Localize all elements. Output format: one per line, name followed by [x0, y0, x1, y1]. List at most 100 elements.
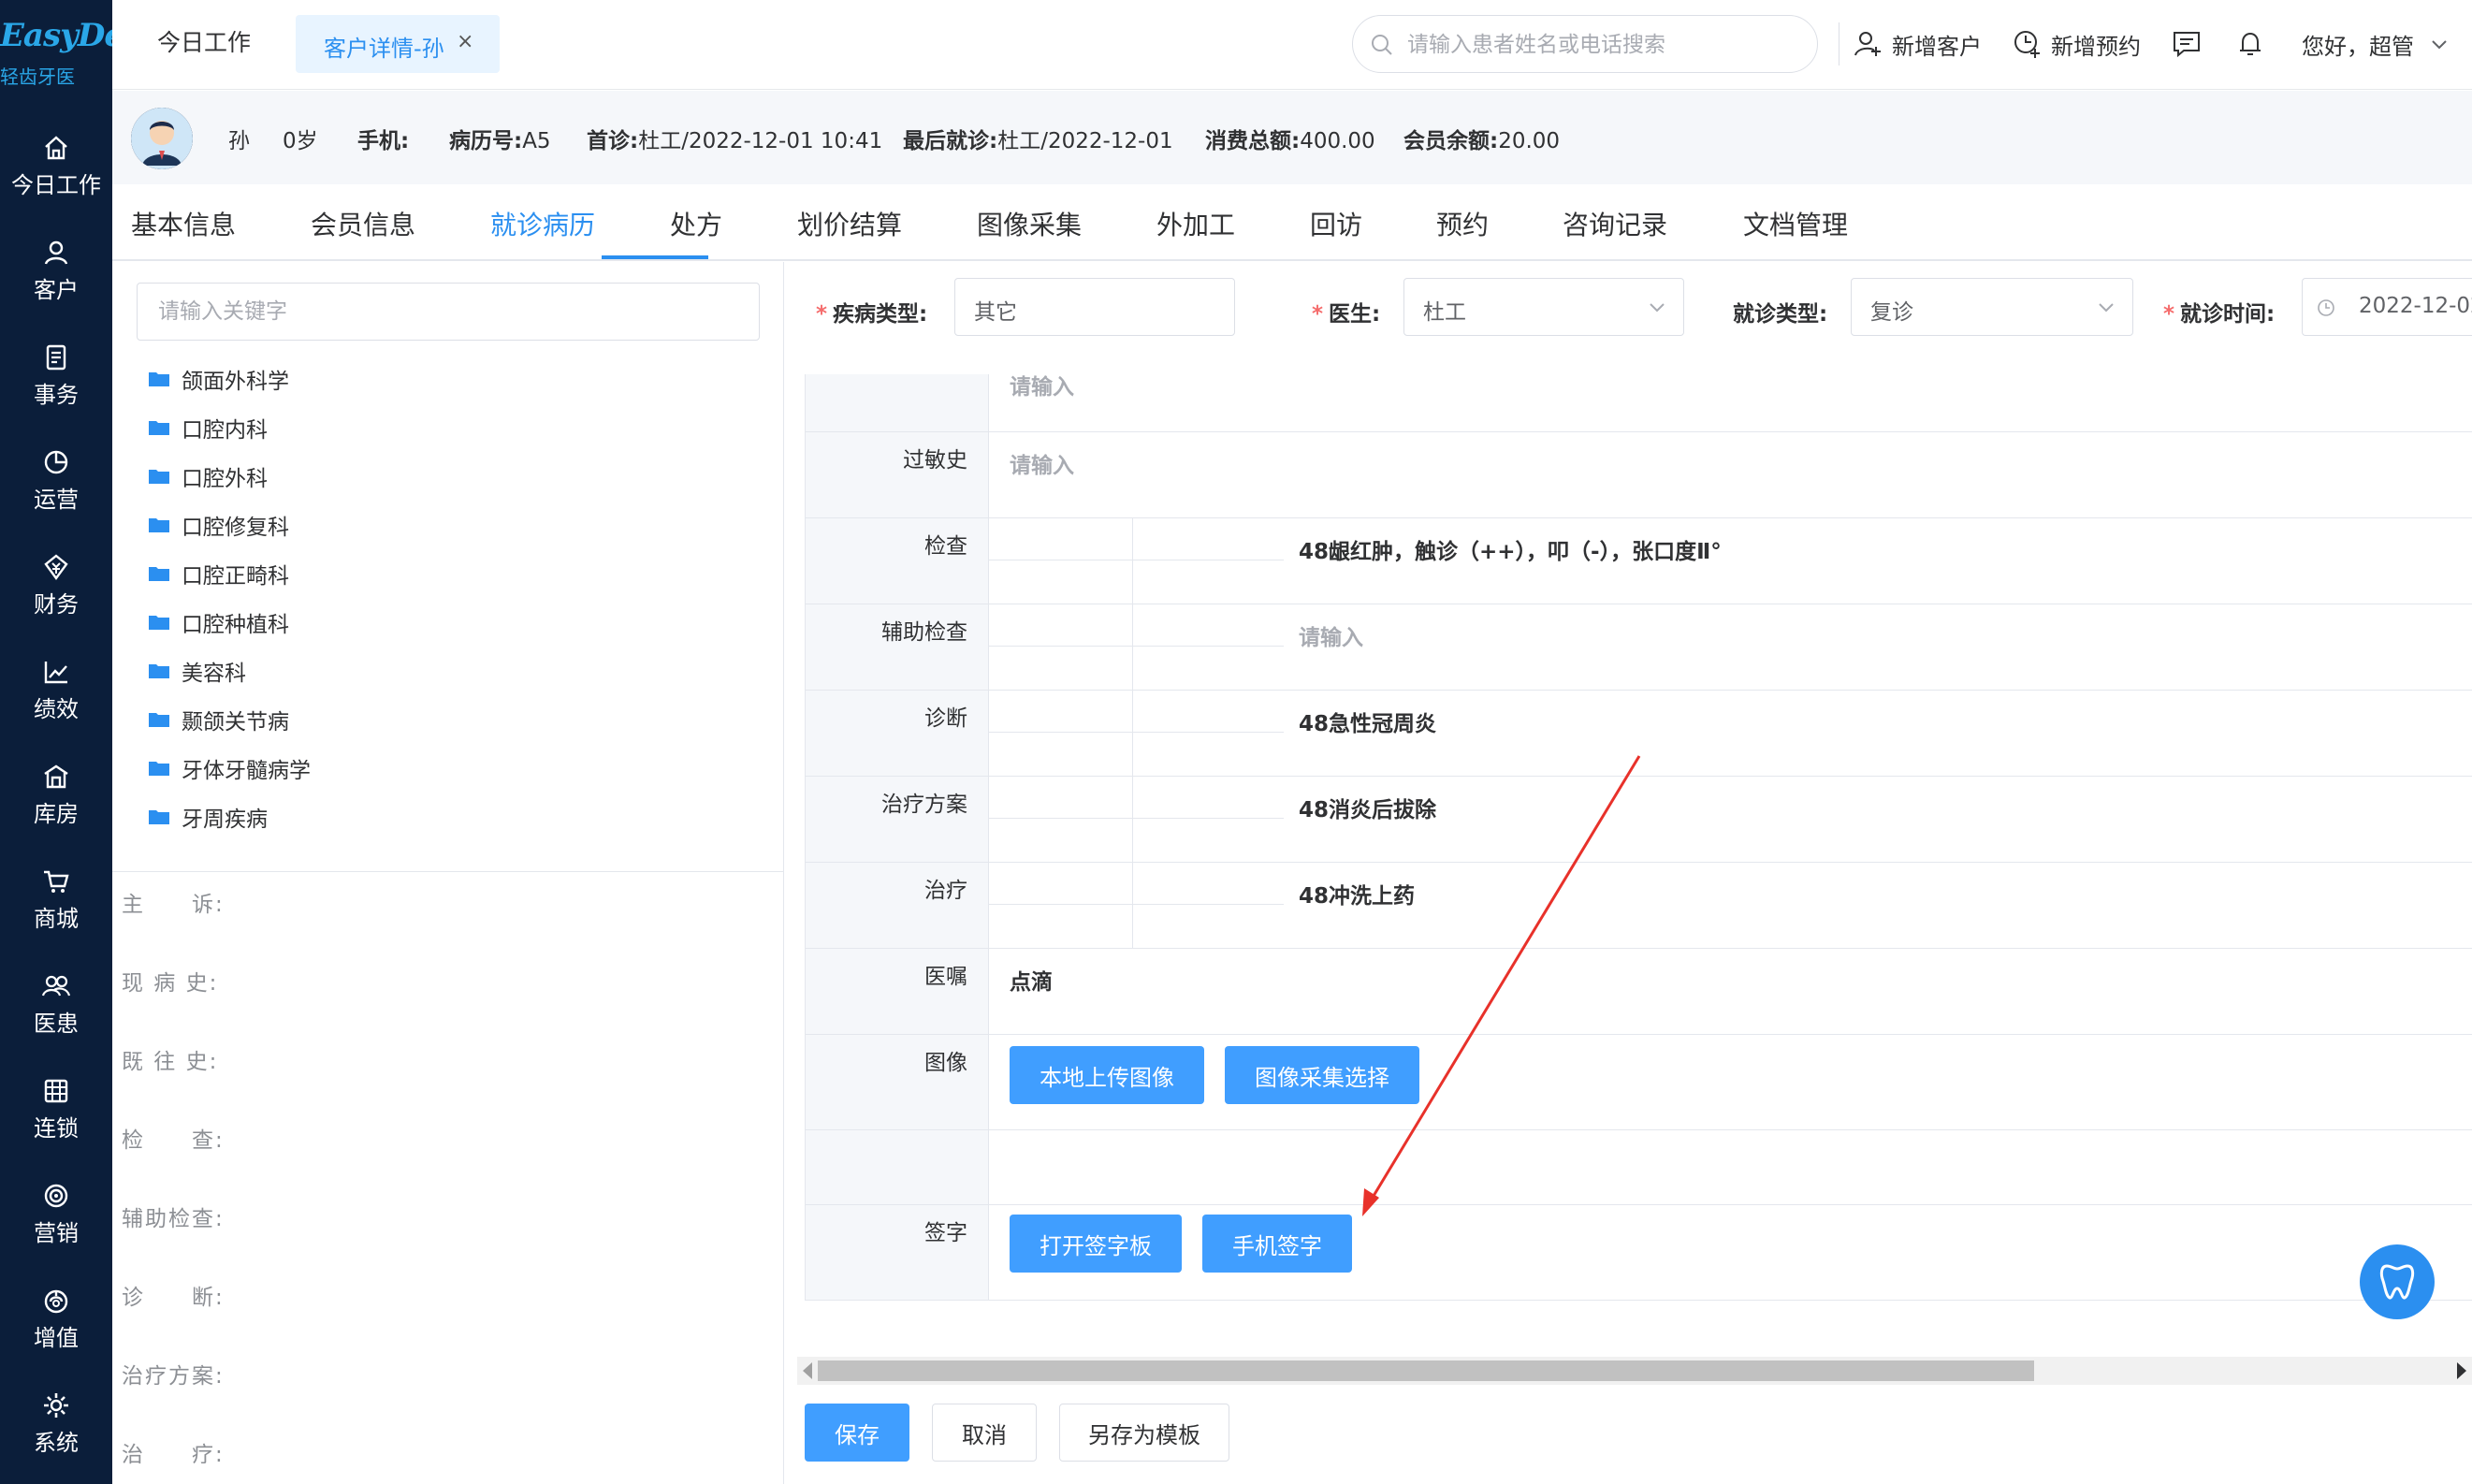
sidebar-item-marketing[interactable]: 营销 [0, 1177, 112, 1271]
sidebar-item-operations[interactable]: 运营 [0, 444, 112, 537]
tooth-position-grid[interactable] [989, 518, 1284, 604]
tree-item[interactable]: 口腔种植科 [148, 604, 289, 641]
sidebar-item-mall[interactable]: 商城 [0, 863, 112, 956]
sidebar-item-value-added[interactable]: 增值 [0, 1282, 112, 1375]
record-placeholder[interactable]: 请输入 [1010, 369, 1074, 400]
tab-customer-detail[interactable]: 客户详情-孙 × [296, 15, 500, 73]
sidebar-item-label: 连锁 [34, 1115, 79, 1142]
tab-consultation[interactable]: 咨询记录 [1563, 205, 1667, 242]
horizontal-scrollbar[interactable] [797, 1357, 2472, 1385]
sidebar-item-affairs[interactable]: 事务 [0, 339, 112, 432]
mobile-signature-button[interactable]: 手机签字 [1202, 1215, 1352, 1273]
preview-present-illness: 现 病 史: [122, 971, 219, 996]
messages-button[interactable] [2171, 22, 2210, 65]
tree-item[interactable]: 口腔修复科 [148, 506, 289, 544]
tooth-position-grid[interactable] [989, 863, 1284, 948]
select-captured-image-button[interactable]: 图像采集选择 [1225, 1046, 1419, 1104]
sidebar-item-label: 营销 [34, 1220, 79, 1246]
logo-text: EasyDent [0, 17, 160, 54]
tab-image-capture[interactable]: 图像采集 [977, 205, 1082, 242]
tab-member-info[interactable]: 会员信息 [311, 205, 415, 242]
visit-type-select[interactable]: 复诊 [1851, 278, 2133, 336]
template-panel: 颌面外科学 口腔内科 口腔外科 口腔修复科 口腔正畸科 口腔种植科 美容科 颞颌… [112, 262, 784, 1484]
chevron-down-icon [2099, 303, 2114, 313]
new-customer-button[interactable]: 新增客户 [1853, 22, 1982, 65]
notifications-button[interactable] [2234, 22, 2274, 65]
tab-follow-up[interactable]: 回访 [1310, 205, 1362, 242]
tooth-position-grid[interactable] [989, 691, 1284, 776]
search-input[interactable] [1407, 27, 1800, 63]
user-menu[interactable]: 您好，超管 [2302, 22, 2450, 65]
user-icon [0, 234, 112, 271]
tooth-assistant-button[interactable] [2360, 1244, 2435, 1319]
tab-basic-info[interactable]: 基本信息 [131, 205, 236, 242]
gift-icon [0, 1282, 112, 1319]
app-logo[interactable]: EasyDent 轻齿牙医 [0, 17, 160, 92]
tree-item-label: 口腔种植科 [182, 613, 289, 637]
visit-time-picker[interactable]: 2022-12-02 [2302, 278, 2472, 336]
save-as-template-button[interactable]: 另存为模板 [1059, 1404, 1229, 1462]
sidebar-item-performance[interactable]: 绩效 [0, 653, 112, 747]
keyword-input[interactable] [137, 283, 760, 341]
record-row-auxiliary-exam: 辅助检查 请输入 [805, 604, 2472, 691]
allergy-input[interactable]: 请输入 [1010, 447, 1074, 479]
tab-outsourcing[interactable]: 外加工 [1156, 205, 1235, 242]
tooth-position-grid[interactable] [989, 777, 1284, 862]
tree-item[interactable]: 口腔内科 [148, 409, 268, 446]
doctor-select[interactable]: 杜工 [1403, 278, 1684, 336]
auxiliary-exam-input[interactable]: 请输入 [1299, 619, 1363, 651]
greeting-label: 您好，超管 [2302, 33, 2414, 60]
treatment-plan-value[interactable]: 48消炎后拔除 [1299, 792, 1436, 823]
disease-type-field[interactable]: 其它 [954, 278, 1235, 336]
tree-item[interactable]: 颞颌关节病 [148, 701, 289, 738]
tree-item[interactable]: 口腔正畸科 [148, 555, 289, 592]
sidebar-item-customer[interactable]: 客户 [0, 234, 112, 327]
open-signature-pad-button[interactable]: 打开签字板 [1010, 1215, 1182, 1273]
treatment-value[interactable]: 48冲洗上药 [1299, 878, 1415, 909]
sidebar-item-finance[interactable]: 财务 [0, 548, 112, 642]
scroll-right-icon[interactable] [2457, 1362, 2466, 1379]
new-appointment-button[interactable]: 新增预约 [2012, 22, 2141, 65]
new-appointment-label: 新增预约 [2051, 33, 2141, 60]
sidebar-item-chain[interactable]: 连锁 [0, 1072, 112, 1166]
sidebar-item-today[interactable]: 今日工作 [0, 129, 112, 223]
tree-item[interactable]: 口腔外科 [148, 458, 268, 495]
tab-prescription[interactable]: 处方 [670, 205, 722, 242]
record-number: 病历号:A5 [449, 129, 551, 153]
cancel-button[interactable]: 取消 [932, 1404, 1037, 1462]
scroll-thumb[interactable] [818, 1360, 2034, 1381]
diagnosis-value[interactable]: 48急性冠周炎 [1299, 706, 1436, 737]
last-visit: 最后就诊:杜工/2022-12-01 [903, 129, 1173, 153]
upload-local-image-button[interactable]: 本地上传图像 [1010, 1046, 1204, 1104]
tree-item[interactable]: 牙体牙髓病学 [148, 749, 311, 787]
chevron-down-icon [1650, 303, 1665, 313]
tooth-position-grid[interactable] [989, 604, 1284, 690]
tab-visit-records[interactable]: 就诊病历 [490, 205, 595, 242]
tab-billing[interactable]: 划价结算 [797, 205, 902, 242]
scroll-left-icon[interactable] [803, 1362, 812, 1379]
sidebar-item-label: 财务 [34, 591, 79, 618]
gear-icon [0, 1387, 112, 1424]
sidebar-item-label: 运营 [34, 487, 79, 513]
tree-item[interactable]: 美容科 [148, 652, 246, 690]
tab-appointment[interactable]: 预约 [1436, 205, 1489, 242]
examination-value[interactable]: 48龈红肿，触诊（++），叩（-），张口度Ⅱ° [1299, 533, 1722, 565]
folder-icon [149, 421, 169, 435]
pie-chart-icon [0, 444, 112, 481]
record-row-label: 过敏史 [805, 432, 989, 517]
sidebar-item-warehouse[interactable]: 库房 [0, 758, 112, 851]
sidebar-item-doctor-patient[interactable]: 医患 [0, 968, 112, 1061]
tree-item-label: 口腔修复科 [182, 516, 289, 540]
close-icon[interactable]: × [457, 30, 473, 53]
divider [112, 871, 784, 872]
save-button[interactable]: 保存 [805, 1404, 909, 1462]
advice-value[interactable]: 点滴 [1010, 964, 1053, 996]
tree-item[interactable]: 颌面外科学 [148, 360, 289, 398]
tree-item-label: 美容科 [182, 662, 246, 686]
tree-item[interactable]: 牙周疾病 [148, 798, 268, 836]
tab-today-work[interactable]: 今日工作 [157, 24, 251, 58]
record-row-treatment: 治疗 48冲洗上药 [805, 863, 2472, 949]
tree-item-label: 牙体牙髓病学 [182, 759, 311, 783]
tab-documents[interactable]: 文档管理 [1743, 205, 1848, 242]
sidebar-item-system[interactable]: 系统 [0, 1387, 112, 1480]
